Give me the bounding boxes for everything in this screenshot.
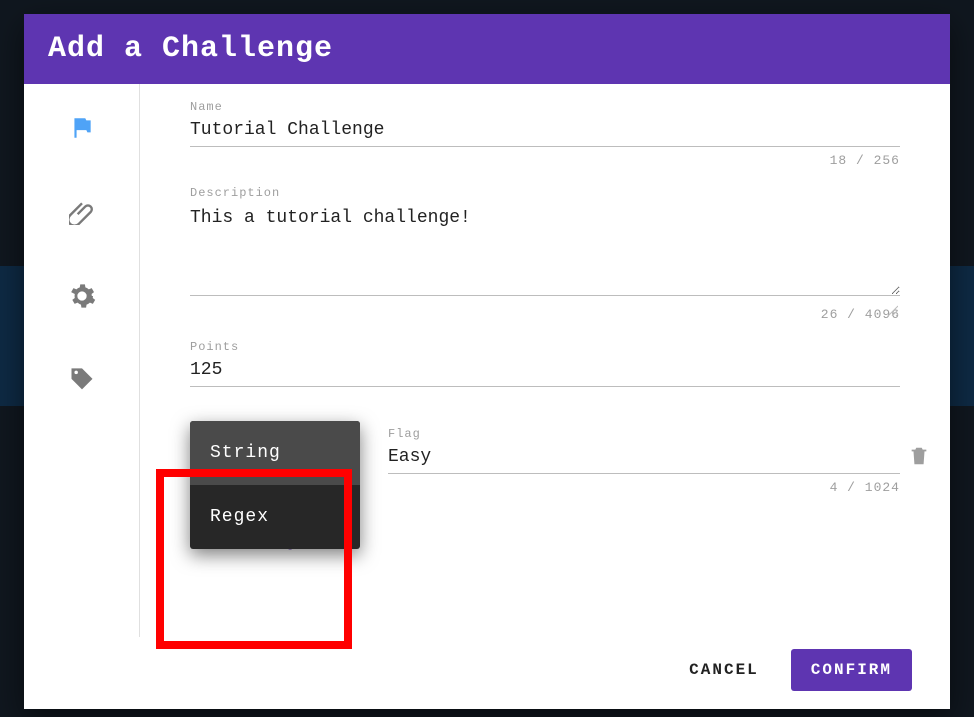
type-dropdown: String Regex — [190, 421, 360, 549]
flag-label: Flag — [388, 427, 900, 441]
description-input[interactable] — [190, 200, 900, 296]
flag-icon — [69, 115, 95, 141]
tab-tags[interactable] — [68, 366, 96, 394]
description-label: Description — [190, 186, 900, 200]
points-input[interactable] — [190, 354, 900, 387]
paperclip-icon — [69, 199, 95, 225]
name-label: Name — [190, 100, 900, 114]
side-tabs — [24, 84, 140, 637]
tag-icon — [68, 366, 96, 394]
tab-attachments[interactable] — [68, 198, 96, 226]
add-challenge-modal: Add a Challenge Name 18 / 256 — [24, 14, 950, 709]
trash-icon — [908, 445, 930, 467]
name-input[interactable] — [190, 114, 900, 147]
tab-general[interactable] — [68, 114, 96, 142]
description-counter: 26 / 4096 — [190, 307, 900, 322]
points-label: Points — [190, 340, 900, 354]
resize-handle-icon[interactable] — [886, 304, 898, 316]
modal-title: Add a Challenge — [24, 14, 950, 84]
cancel-button[interactable]: CANCEL — [669, 649, 779, 691]
confirm-button[interactable]: CONFIRM — [791, 649, 912, 691]
dropdown-option-regex[interactable]: Regex — [190, 485, 360, 549]
delete-flag-button[interactable] — [908, 445, 930, 472]
flag-counter: 4 / 1024 — [388, 480, 900, 495]
name-counter: 18 / 256 — [190, 153, 900, 168]
dropdown-option-string[interactable]: String — [190, 421, 360, 485]
gear-icon — [68, 282, 96, 310]
tab-settings[interactable] — [68, 282, 96, 310]
flag-input[interactable] — [388, 441, 900, 474]
